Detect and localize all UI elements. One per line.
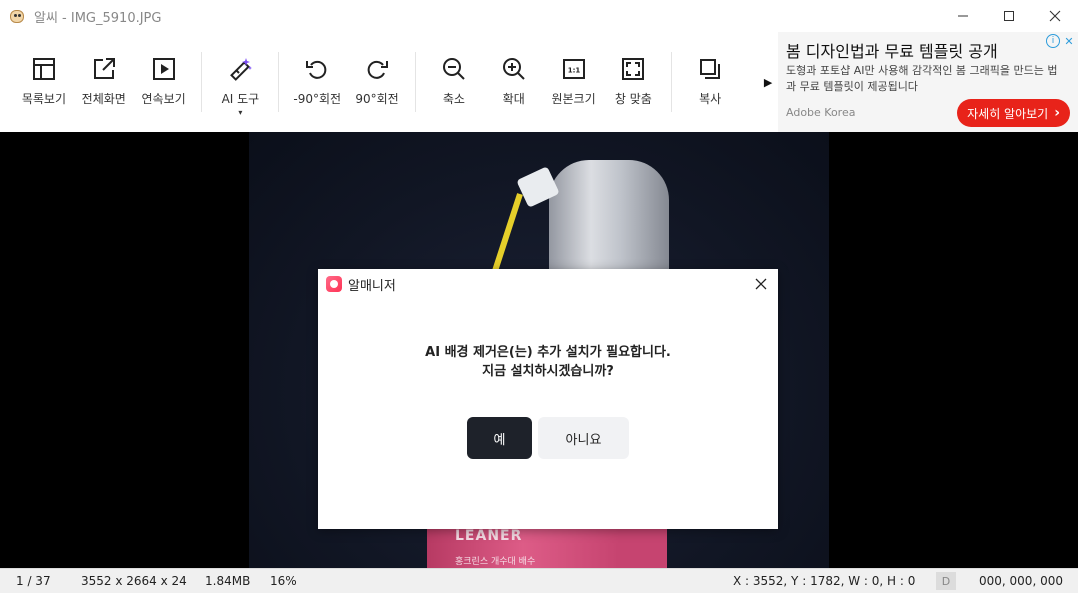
- list-view-label: 목록보기: [21, 92, 66, 106]
- rotate-right-button[interactable]: 90°회전: [347, 32, 407, 132]
- ad-body: 도형과 포토샵 AI만 사용해 감각적인 봄 그래픽을 만드는 법과 무료 템플…: [786, 64, 1058, 93]
- close-button[interactable]: [1032, 0, 1078, 32]
- copy-button[interactable]: 복사: [680, 32, 740, 132]
- close-icon: [1049, 10, 1061, 22]
- fit-window-icon: [622, 58, 645, 80]
- dialog-message-line1: AI 배경 제거은(는) 추가 설치가 필요합니다.: [425, 345, 671, 360]
- photo-straw: [489, 193, 523, 281]
- zoom-out-icon: [442, 58, 465, 80]
- zoom-out-button[interactable]: 축소: [424, 32, 484, 132]
- window-title: 알씨 - IMG_5910.JPG: [34, 10, 162, 26]
- zoom-in-icon: [502, 58, 525, 80]
- close-icon: [755, 278, 767, 290]
- fit-window-button[interactable]: 창 맞춤: [603, 32, 663, 132]
- toolbar-more-button[interactable]: ▶: [760, 32, 776, 132]
- zoom-out-label: 축소: [442, 92, 465, 106]
- ad-cta-label: 자세히 알아보기: [967, 106, 1049, 121]
- photo-can-cap: [549, 160, 669, 280]
- original-size-icon-text: 1:1: [567, 67, 580, 75]
- status-filesize: 1.84MB: [205, 574, 251, 588]
- dialog-close-button[interactable]: [750, 273, 772, 295]
- chevron-down-icon: ▾: [238, 108, 243, 117]
- ai-tools-button[interactable]: AI 도구 ▾: [210, 32, 270, 132]
- list-view-icon: [32, 58, 55, 80]
- dialog-header: 알매니저: [318, 269, 778, 299]
- ad-source: Adobe Korea: [786, 106, 856, 119]
- toolbar-separator: [201, 52, 203, 112]
- status-zoom: 16%: [270, 574, 297, 588]
- toolbar: 목록보기 전체화면 연속보기 AI 도구 ▾ -90°회전 90°회전 축소 확…: [0, 32, 776, 132]
- minimize-icon: [958, 15, 968, 17]
- ai-tools-label: AI 도구: [221, 92, 260, 106]
- ad-close-icon[interactable]: ✕: [1062, 34, 1076, 48]
- original-size-label: 원본크기: [551, 92, 596, 106]
- status-index: 1 / 37: [16, 574, 51, 588]
- rotate-left-button[interactable]: -90°회전: [287, 32, 347, 132]
- toolbar-separator: [414, 52, 416, 112]
- photo-can-text: LEANER: [455, 528, 523, 544]
- minimize-button[interactable]: [940, 0, 986, 32]
- slideshow-button[interactable]: 연속보기: [134, 32, 194, 132]
- dialog-title: 알매니저: [348, 278, 396, 294]
- rotate-left-icon: [306, 60, 327, 79]
- install-dialog: 알매니저 AI 배경 제거은(는) 추가 설치가 필요합니다. 지금 설치하시겠…: [318, 269, 778, 529]
- chevron-right-icon: ›: [1054, 105, 1060, 121]
- ad-title: 봄 디자인법과 무료 템플릿 공개: [786, 42, 998, 61]
- status-color: 000, 000, 000: [979, 574, 1063, 588]
- status-bar: 1 / 37 3552 x 2664 x 24 1.84MB 16% X : 3…: [0, 568, 1078, 593]
- window-controls: [940, 0, 1078, 32]
- toolbar-separator: [278, 52, 280, 112]
- slideshow-icon: [152, 58, 175, 80]
- list-view-button[interactable]: 목록보기: [14, 32, 74, 132]
- zoom-in-button[interactable]: 확대: [484, 32, 544, 132]
- maximize-button[interactable]: [986, 0, 1032, 32]
- original-size-icon: 1:1: [562, 59, 585, 79]
- toolbar-separator: [671, 52, 673, 112]
- app-logo-icon: [8, 7, 26, 25]
- ad-info-icon[interactable]: i: [1046, 34, 1060, 48]
- dialog-message: AI 배경 제거은(는) 추가 설치가 필요합니다. 지금 설치하시겠습니까?: [318, 343, 778, 381]
- dialog-message-line2: 지금 설치하시겠습니까?: [482, 364, 614, 379]
- fullscreen-button[interactable]: 전체화면: [74, 32, 134, 132]
- ai-magic-wand-icon: [230, 58, 253, 81]
- rotate-right-icon: [367, 60, 389, 79]
- status-dimensions: 3552 x 2664 x 24: [81, 574, 187, 588]
- original-size-button[interactable]: 1:1 원본크기: [544, 32, 604, 132]
- no-button[interactable]: 아니요: [538, 417, 629, 459]
- status-d-badge: D: [936, 572, 956, 590]
- fullscreen-label: 전체화면: [81, 92, 126, 106]
- slideshow-label: 연속보기: [141, 92, 186, 106]
- ad-cta-button[interactable]: 자세히 알아보기 ›: [957, 99, 1070, 127]
- zoom-in-label: 확대: [502, 92, 525, 106]
- copy-label: 복사: [699, 92, 722, 106]
- ad-banner[interactable]: 봄 디자인법과 무료 템플릿 공개 도형과 포토샵 AI만 사용해 감각적인 봄…: [778, 32, 1078, 132]
- yes-button[interactable]: 예: [467, 417, 532, 459]
- rotate-left-label: -90°회전: [293, 92, 342, 106]
- almanager-logo-icon: [326, 276, 342, 292]
- chevron-right-icon: ▶: [763, 75, 773, 89]
- status-coords: X : 3552, Y : 1782, W : 0, H : 0: [733, 574, 916, 588]
- title-bar: 알씨 - IMG_5910.JPG: [0, 0, 1078, 32]
- photo-can-subtext: 홍크린스 개수대 배수: [455, 557, 536, 567]
- fit-window-label: 창 맞춤: [614, 92, 652, 106]
- maximize-icon: [1004, 11, 1014, 21]
- rotate-right-label: 90°회전: [355, 92, 399, 106]
- fullscreen-icon: [93, 58, 115, 79]
- copy-icon: [700, 59, 721, 79]
